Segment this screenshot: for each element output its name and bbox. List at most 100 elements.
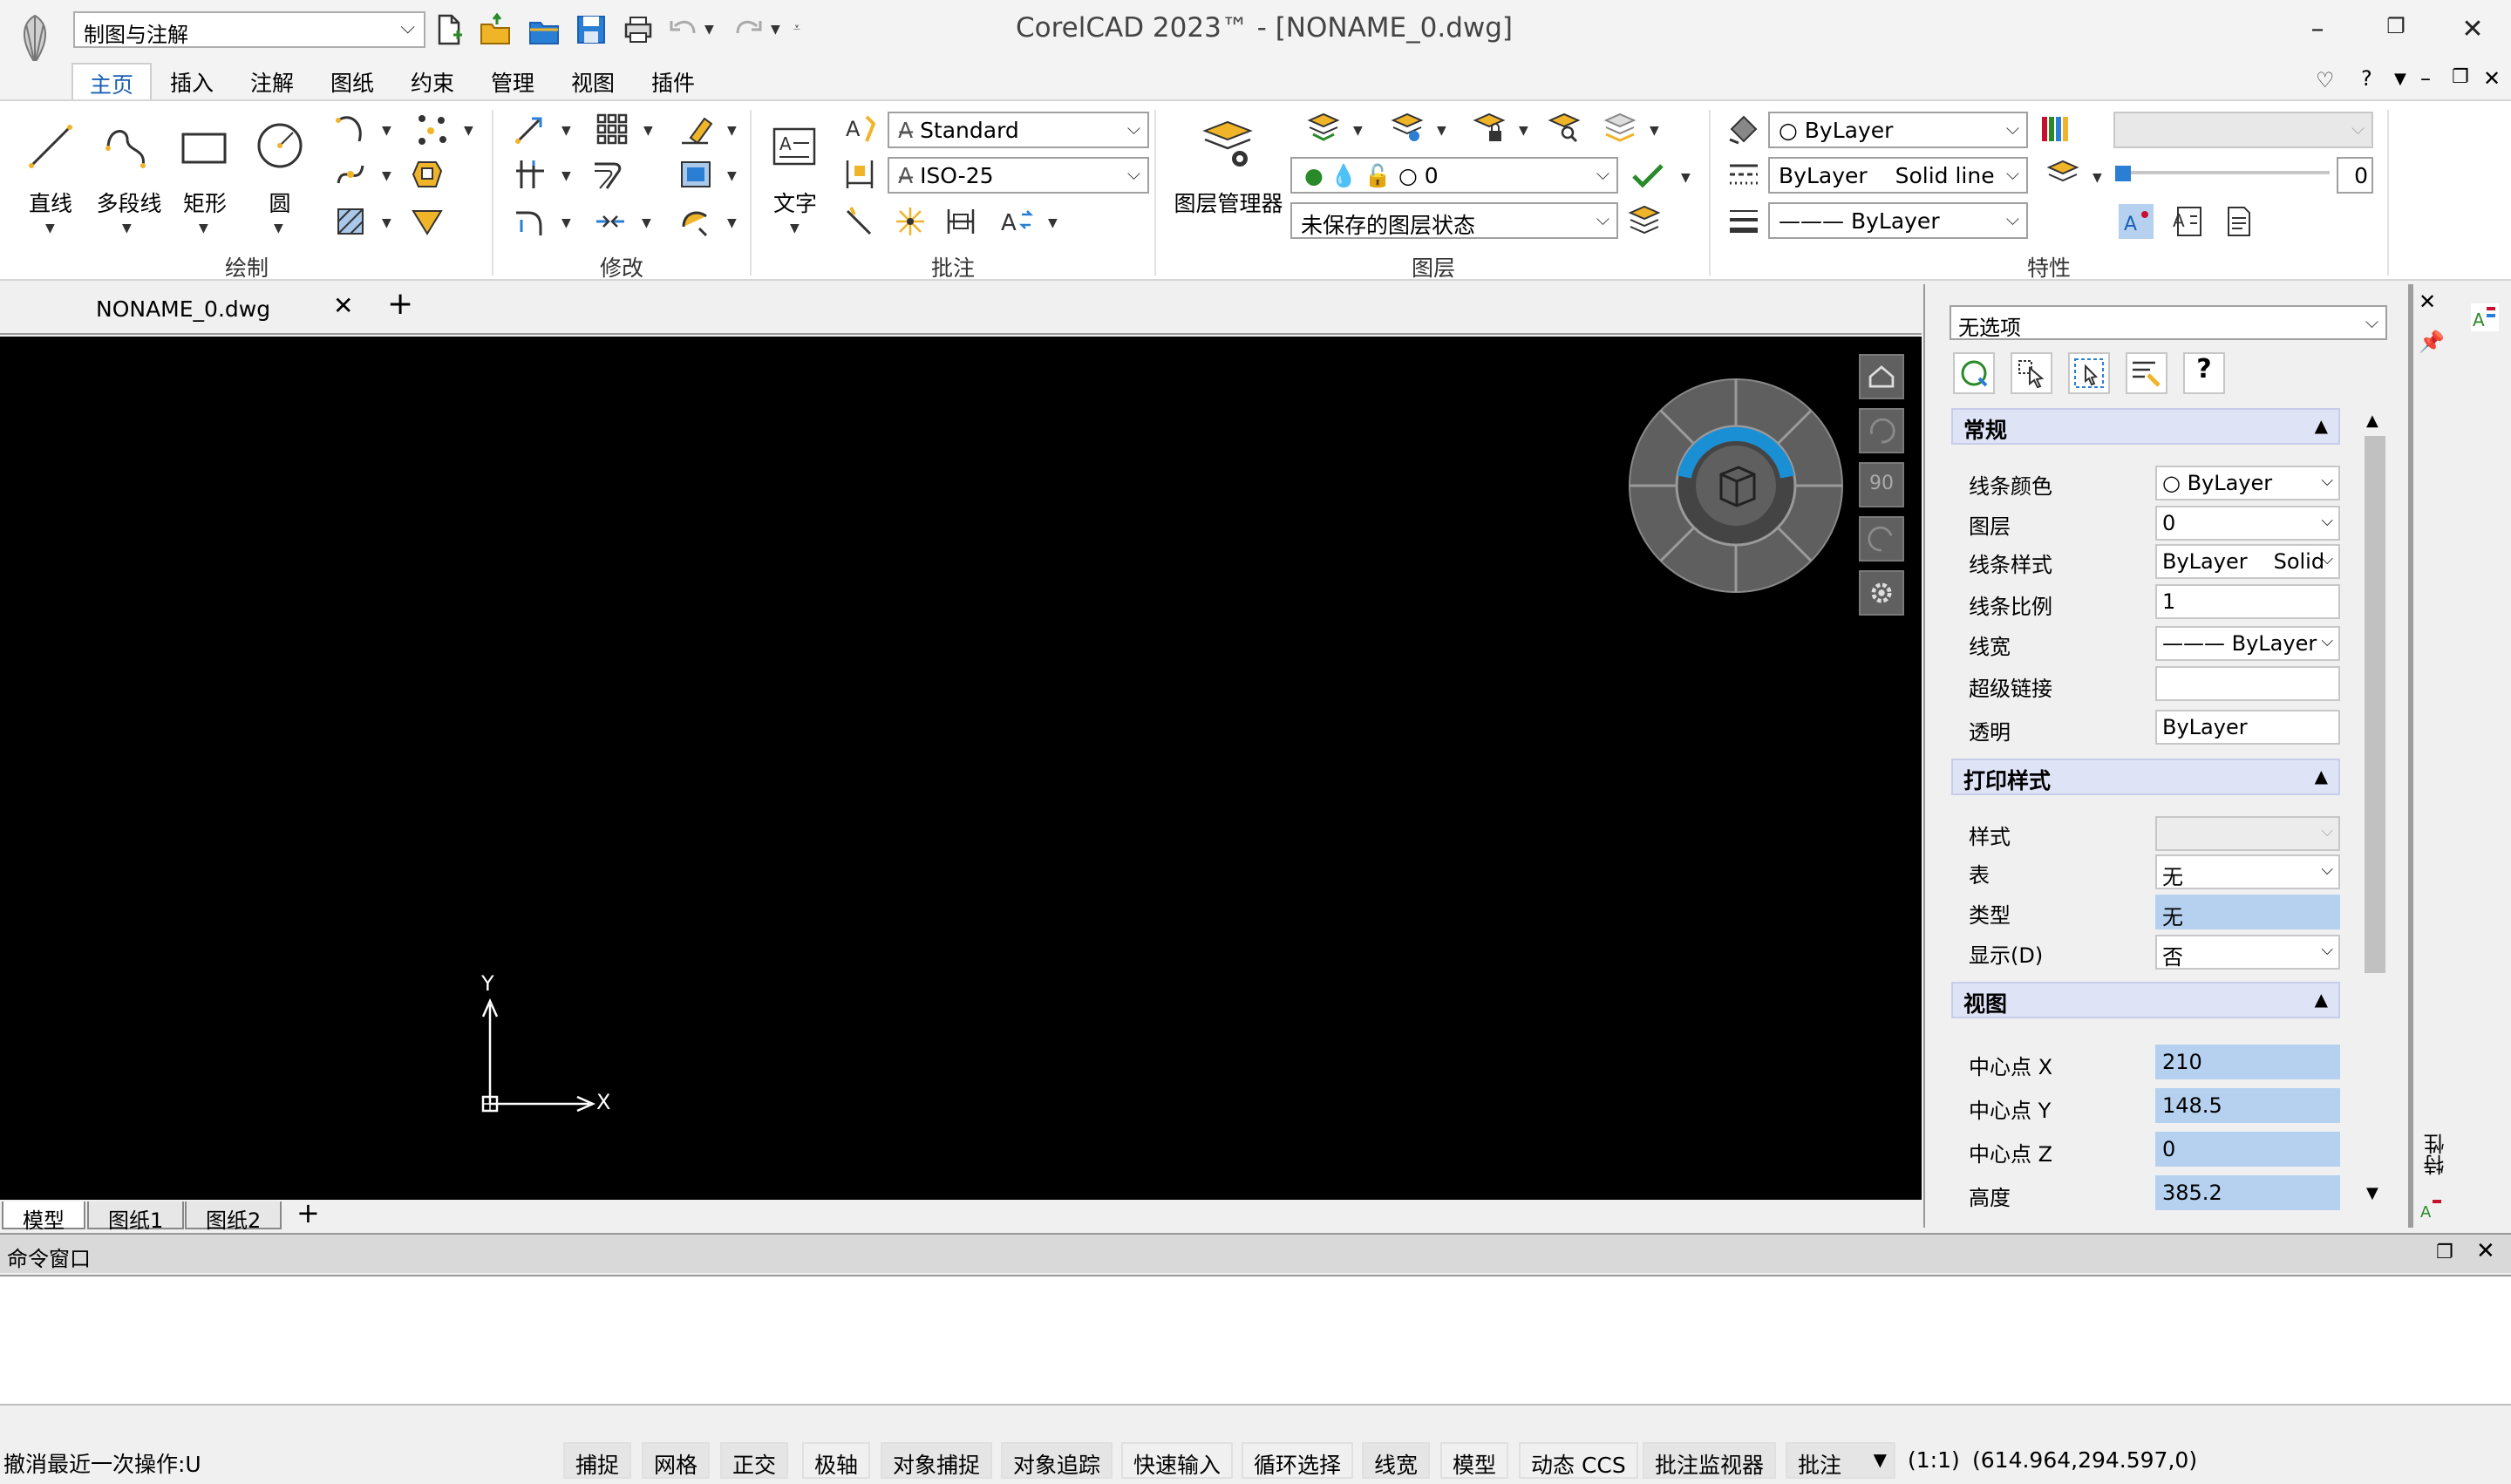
layer-manager-button[interactable]: 图层管理器 bbox=[1172, 187, 1285, 218]
status-quick-input-toggle[interactable]: 快速输入 bbox=[1121, 1442, 1234, 1479]
open-folder-icon[interactable] bbox=[527, 12, 561, 47]
linear-dimension-icon[interactable] bbox=[943, 204, 978, 239]
layer-lock-dropdown-icon[interactable]: ▼ bbox=[1519, 124, 1528, 138]
explode-dropdown-icon[interactable]: ▼ bbox=[727, 216, 737, 230]
scale-icon[interactable] bbox=[678, 157, 713, 192]
polyline-button[interactable]: 多段线 bbox=[92, 187, 166, 218]
layer-state-dropdown-icon[interactable]: ▼ bbox=[1353, 124, 1363, 138]
hatch-icon[interactable] bbox=[333, 204, 368, 239]
select-objects-icon[interactable] bbox=[2011, 352, 2052, 394]
spline-icon[interactable] bbox=[333, 157, 368, 192]
slider-thumb[interactable] bbox=[2115, 166, 2131, 181]
point-dropdown-icon[interactable]: ▼ bbox=[464, 124, 473, 138]
tab-sheet[interactable]: 图纸 bbox=[312, 63, 392, 101]
tab-annotate[interactable]: 注解 bbox=[232, 63, 312, 101]
layer-walk-dropdown-icon[interactable]: ▼ bbox=[1650, 124, 1659, 138]
text-edit-icon[interactable]: A bbox=[999, 204, 1034, 239]
orbit-view-icon[interactable] bbox=[1859, 516, 1904, 562]
doc-close-icon[interactable]: ✕ bbox=[2483, 66, 2501, 91]
properties-side-icon[interactable]: A bbox=[2419, 1196, 2445, 1222]
move-icon[interactable] bbox=[513, 112, 548, 146]
layer-properties-icon[interactable] bbox=[2045, 157, 2080, 192]
move-dropdown-icon[interactable]: ▼ bbox=[561, 124, 571, 138]
properties-sheet-icon[interactable] bbox=[2222, 204, 2256, 239]
status-annotation-scale-button[interactable]: 批注 ▼ bbox=[1786, 1442, 1895, 1479]
layout-tab-sheet2[interactable]: 图纸2 bbox=[185, 1201, 282, 1233]
leader-icon[interactable] bbox=[842, 204, 877, 239]
point-icon[interactable] bbox=[415, 112, 450, 146]
prop-color-select[interactable]: ○ ByLayer ⌵ bbox=[2155, 466, 2340, 500]
new-file-icon[interactable] bbox=[431, 12, 466, 47]
fillet-icon[interactable] bbox=[513, 204, 548, 239]
text-style-icon[interactable]: A bbox=[842, 112, 877, 146]
scale-dropdown-icon[interactable]: ▼ bbox=[727, 169, 737, 183]
rectangle-icon[interactable] bbox=[178, 127, 230, 167]
arc-dropdown-icon[interactable]: ▼ bbox=[382, 124, 391, 138]
rectangle-dropdown-icon[interactable]: ▼ bbox=[199, 221, 208, 235]
help-dropdown-icon[interactable]: ▼ bbox=[2394, 70, 2406, 88]
tab-constraints[interactable]: 约束 bbox=[392, 63, 473, 101]
linetype-icon[interactable] bbox=[1726, 157, 1761, 192]
tab-view[interactable]: 视图 bbox=[553, 63, 633, 101]
color-select[interactable]: ○ ByLayer ⌵ bbox=[1768, 112, 2028, 148]
prop-hyperlink-input[interactable] bbox=[2155, 666, 2340, 701]
status-annotation-monitor-toggle[interactable]: 批注监视器 bbox=[1643, 1442, 1777, 1479]
workspace-select[interactable]: 制图与注解 ⌵ bbox=[73, 11, 425, 48]
linetype-select[interactable]: ByLayer Solid line ⌵ bbox=[1768, 157, 2028, 194]
smart-dimension-icon[interactable] bbox=[893, 204, 928, 239]
erase-icon[interactable] bbox=[678, 112, 713, 146]
minimize-icon[interactable]: – bbox=[2291, 14, 2344, 47]
layer-isolate-dropdown-icon[interactable]: ▼ bbox=[1437, 124, 1446, 138]
panel-pin-icon[interactable]: 📌 bbox=[2419, 330, 2445, 354]
status-model-toggle[interactable]: 模型 bbox=[1440, 1442, 1509, 1479]
navigation-wheel[interactable] bbox=[1627, 377, 1845, 595]
tab-plugins[interactable]: 插件 bbox=[633, 63, 713, 101]
toggle-pickadd-icon[interactable] bbox=[1953, 352, 1995, 394]
properties-scrollbar[interactable]: ▲ ▼ bbox=[2363, 410, 2387, 1203]
offset-icon[interactable] bbox=[591, 157, 626, 192]
rotate-90-button[interactable]: 90 bbox=[1859, 462, 1904, 507]
line-dropdown-icon[interactable]: ▼ bbox=[45, 221, 55, 235]
properties-filter-icon[interactable] bbox=[2126, 352, 2167, 394]
prop-layer-select[interactable]: 0 ⌵ bbox=[2155, 506, 2340, 541]
prop-print-display-select[interactable]: 否 ⌵ bbox=[2155, 935, 2340, 970]
status-etrack-toggle[interactable]: 对象追踪 bbox=[1001, 1442, 1113, 1479]
layer-state-select[interactable]: 未保存的图层状态 ⌵ bbox=[1290, 202, 1618, 239]
prop-print-style-select[interactable]: ⌵ bbox=[2155, 816, 2340, 851]
layout-tab-sheet1[interactable]: 图纸1 bbox=[87, 1201, 185, 1233]
new-tab-icon[interactable]: + bbox=[387, 286, 413, 322]
make-current-dropdown-icon[interactable]: ▼ bbox=[1681, 171, 1691, 185]
status-dynamic-ccs-toggle[interactable]: 动态 CCS bbox=[1519, 1442, 1638, 1479]
tab-insert[interactable]: 插入 bbox=[152, 63, 232, 101]
status-esnap-toggle[interactable]: 对象捕捉 bbox=[881, 1442, 993, 1479]
text-dropdown-icon[interactable]: ▼ bbox=[790, 221, 800, 235]
navigation-settings-gear-icon[interactable] bbox=[1859, 570, 1904, 616]
line-button[interactable]: 直线 bbox=[17, 187, 84, 218]
scrollbar-thumb[interactable] bbox=[2365, 436, 2385, 973]
status-snap-toggle[interactable]: 捕捉 bbox=[563, 1442, 632, 1479]
layer-find-icon[interactable] bbox=[1547, 110, 1582, 145]
explode-icon[interactable] bbox=[678, 204, 713, 239]
tab-home[interactable]: 主页 bbox=[71, 63, 152, 101]
layer-previous-icon[interactable] bbox=[1627, 202, 1662, 237]
print-icon[interactable] bbox=[621, 12, 656, 47]
command-close-icon[interactable]: ✕ bbox=[2476, 1238, 2495, 1264]
undo-icon[interactable] bbox=[666, 12, 701, 47]
array-icon[interactable] bbox=[595, 112, 629, 146]
layer-properties-dropdown-icon[interactable]: ▼ bbox=[2092, 171, 2102, 185]
text-button[interactable]: 文字 bbox=[771, 187, 820, 218]
properties-side-label[interactable]: 特性 bbox=[2420, 1133, 2448, 1175]
tab-manage[interactable]: 管理 bbox=[473, 63, 553, 101]
lineweight-select[interactable]: ——— ByLayer ⌵ bbox=[1768, 202, 2028, 239]
trim-dropdown-icon[interactable]: ▼ bbox=[561, 169, 571, 183]
fillet-dropdown-icon[interactable]: ▼ bbox=[561, 216, 571, 230]
section-general-header[interactable]: 常规 ▲ bbox=[1951, 408, 2340, 445]
properties-dock-icon[interactable]: A bbox=[2469, 302, 2501, 333]
layer-lock-icon[interactable] bbox=[1472, 110, 1507, 145]
quick-properties-icon[interactable]: A bbox=[2171, 204, 2206, 239]
arc-icon[interactable] bbox=[333, 112, 368, 146]
rectangle-button[interactable]: 矩形 bbox=[174, 187, 235, 218]
lineweight-icon[interactable] bbox=[1726, 204, 1761, 239]
rotate-view-icon[interactable] bbox=[1859, 408, 1904, 453]
close-icon[interactable]: ✕ bbox=[2446, 14, 2499, 47]
